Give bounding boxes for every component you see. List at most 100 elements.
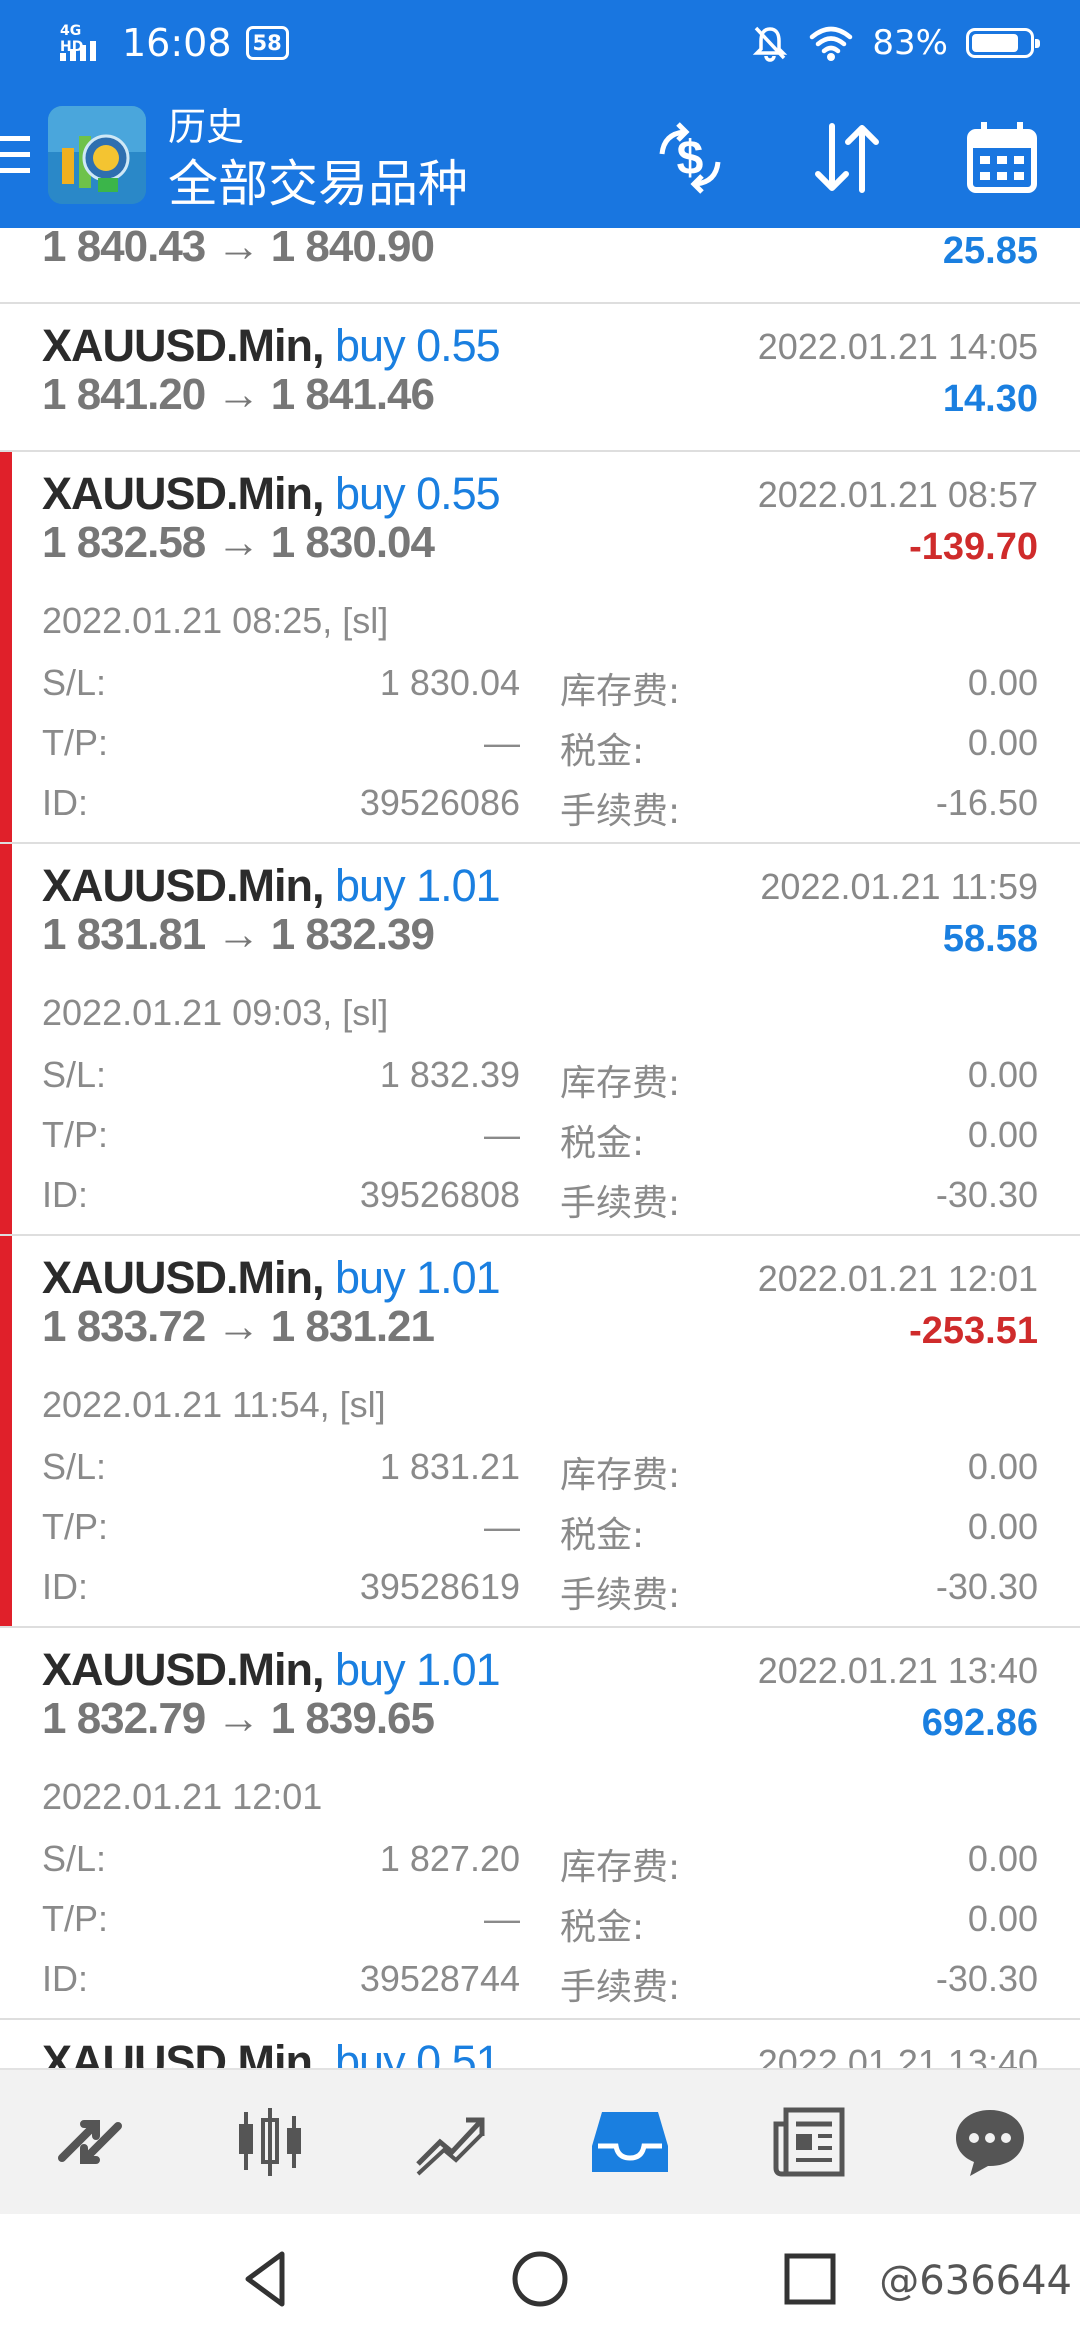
recents-icon[interactable]: [775, 2244, 845, 2314]
trade-symbol: XAUUSD.Min,: [42, 1252, 324, 1303]
trade-open-time: 2022.01.21 08:25, [sl]: [42, 600, 389, 641]
trade-type: buy 1.01: [335, 1644, 501, 1695]
trade-title: XAUUSD.Min, buy 0.51: [42, 2036, 501, 2068]
trade-open-time: 2022.01.21 11:54, [sl]: [42, 1384, 386, 1425]
sl-label: S/L:: [42, 662, 107, 703]
tp-value: —: [484, 1506, 520, 1547]
trade-row[interactable]: XAUUSD.Min, buy 0.55 2022.01.21 14:05 1 …: [0, 304, 1080, 452]
sl-value: 1 827.20: [379, 1838, 520, 1879]
nav-trade[interactable]: [402, 2094, 498, 2190]
status-time: 16:08: [122, 21, 232, 65]
sl-value: 1 830.04: [379, 662, 520, 703]
swap-label: 库存费:: [560, 1455, 681, 1496]
tax-value: 0.00: [967, 1114, 1038, 1155]
trade-prices: 1 832.79 → 1 839.65: [42, 1694, 435, 1743]
tax-value: 0.00: [967, 1506, 1038, 1547]
trade-row[interactable]: XAUUSD.Min, buy 1.01 2022.01.21 12:01 1 …: [0, 1236, 1080, 1628]
battery-percent: 83%: [872, 23, 948, 63]
swap-value: 0.00: [967, 1838, 1038, 1879]
trade-title: XAUUSD.Min, buy 1.01: [42, 860, 501, 912]
status-bar: 4G HD 16:08 58 83%: [0, 0, 1080, 86]
sl-label: S/L:: [42, 1054, 107, 1095]
trade-type: buy 1.01: [335, 860, 501, 911]
trade-profit: -139.70: [909, 526, 1038, 568]
calendar-icon[interactable]: [962, 118, 1042, 198]
quotes-icon: [58, 2120, 122, 2164]
trade-title: XAUUSD.Min, buy 0.55: [42, 468, 501, 520]
id-label: ID:: [42, 1174, 89, 1215]
tp-label: T/P:: [42, 722, 109, 763]
commission-label: 手续费:: [560, 1183, 681, 1224]
trade-row[interactable]: 1 840.43 → 1 840.90 25.85: [0, 228, 1080, 304]
home-icon[interactable]: [505, 2244, 575, 2314]
nav-news[interactable]: [762, 2094, 858, 2190]
trade-row[interactable]: XAUUSD.Min, buy 0.55 2022.01.21 08:57 1 …: [0, 452, 1080, 844]
trade-symbol: XAUUSD.Min,: [42, 468, 324, 519]
id-value: 39528744: [359, 1958, 520, 1999]
trade-row[interactable]: XAUUSD.Min, buy 1.01 2022.01.21 13:40 1 …: [0, 1628, 1080, 2020]
swap-label: 库存费:: [560, 671, 681, 712]
menu-icon[interactable]: [0, 136, 30, 176]
trade-row[interactable]: XAUUSD.Min, buy 0.51 2022.01.21 13:40: [0, 2020, 1080, 2068]
sort-icon[interactable]: [806, 118, 886, 198]
history-list[interactable]: 1 840.43 → 1 840.90 25.85 XAUUSD.Min, bu…: [0, 228, 1080, 2068]
trade-close-time: 2022.01.21 13:40: [757, 1650, 1038, 1691]
app-bar: 历史 全部交易品种 $: [0, 86, 1080, 228]
trade-profit: 14.30: [942, 378, 1038, 420]
trade-type: buy 1.01: [335, 1252, 501, 1303]
tax-value: 0.00: [967, 1898, 1038, 1939]
trade-prices: 1 841.20 → 1 841.46: [42, 370, 435, 419]
trade-open-time: 2022.01.21 09:03, [sl]: [42, 992, 389, 1033]
currency-exchange-icon[interactable]: $: [650, 118, 730, 198]
status-left: 4G HD 16:08 58: [58, 21, 289, 65]
commission-value: -30.30: [935, 1566, 1038, 1607]
chart-icon: [239, 2108, 301, 2176]
commission-value: -16.50: [935, 782, 1038, 823]
trade-close-time: 2022.01.21 08:57: [757, 474, 1038, 515]
trade-type: buy 0.51: [335, 2036, 501, 2068]
id-value: 39528619: [359, 1566, 520, 1607]
trade-profit: 692.86: [921, 1702, 1038, 1744]
tax-label: 税金:: [560, 1515, 645, 1556]
commission-value: -30.30: [935, 1958, 1038, 1999]
tax-label: 税金:: [560, 1907, 645, 1948]
symbol-filter[interactable]: 全部交易品种: [168, 152, 468, 216]
back-icon[interactable]: [232, 2244, 302, 2314]
nav-history[interactable]: [582, 2094, 678, 2190]
system-navigation: @636644: [0, 2214, 1080, 2340]
id-label: ID:: [42, 782, 89, 823]
tax-value: 0.00: [967, 722, 1038, 763]
tp-value: —: [484, 1898, 520, 1939]
trade-profit: 58.58: [942, 918, 1038, 960]
chat-icon: [956, 2110, 1024, 2176]
id-label: ID:: [42, 1958, 89, 1999]
sl-value: 1 831.21: [379, 1446, 520, 1487]
status-right: 83%: [750, 23, 1040, 63]
trade-title: XAUUSD.Min, buy 0.55: [42, 320, 501, 372]
swap-value: 0.00: [967, 1446, 1038, 1487]
signal-icon: 4G HD: [58, 21, 108, 65]
nav-quotes[interactable]: [42, 2094, 138, 2190]
watermark: @636644: [879, 2258, 1072, 2304]
tp-label: T/P:: [42, 1506, 109, 1547]
commission-label: 手续费:: [560, 1575, 681, 1616]
news-icon: [773, 2107, 845, 2177]
tp-value: —: [484, 722, 520, 763]
trade-close-time: 2022.01.21 11:59: [760, 866, 1038, 907]
trade-row[interactable]: XAUUSD.Min, buy 1.01 2022.01.21 11:59 1 …: [0, 844, 1080, 1236]
nav-chart[interactable]: [222, 2094, 318, 2190]
page-title: 历史: [168, 105, 245, 149]
notification-badge: 58: [245, 26, 289, 60]
battery-icon: [966, 28, 1040, 58]
commission-value: -30.30: [935, 1174, 1038, 1215]
trade-type: buy 0.55: [335, 468, 501, 519]
nav-chat[interactable]: [942, 2094, 1038, 2190]
trade-symbol: XAUUSD.Min,: [42, 1644, 324, 1695]
swap-value: 0.00: [967, 662, 1038, 703]
trade-close-time: 2022.01.21 12:01: [757, 1258, 1038, 1299]
sl-value: 1 832.39: [379, 1054, 520, 1095]
signal-bars: [60, 41, 96, 61]
trade-type: buy 0.55: [335, 320, 501, 371]
id-value: 39526086: [359, 782, 520, 823]
swap-value: 0.00: [967, 1054, 1038, 1095]
